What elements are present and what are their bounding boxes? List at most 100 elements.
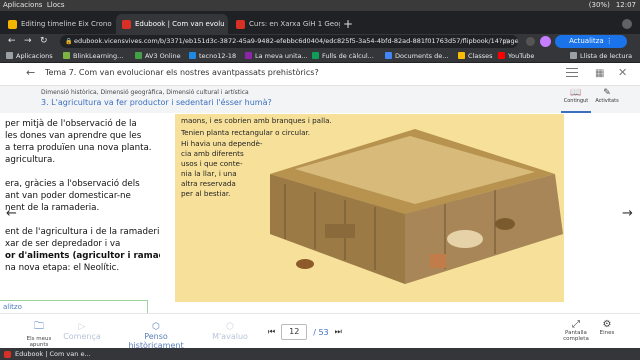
activity-box: alitzo [0, 300, 148, 313]
address-bar[interactable]: 🔒 edubook.vicensvives.com/b/3371/eb151d3… [60, 35, 518, 48]
system-top-panel: Aplicacions Llocs (30%) 12:07 [0, 0, 640, 11]
illustration-caption: nia la llar, i una [181, 169, 237, 178]
edubook-page: ← Tema 7. Com van evolucionar els nostre… [0, 63, 640, 348]
tab-favicon-icon [236, 19, 245, 29]
browser-tab-active[interactable]: Edubook | Com van evolu✕ [116, 14, 228, 34]
illustration-caption: cia amb diferents [181, 149, 244, 158]
gear-icon: ⚙ [602, 319, 612, 330]
page-navigator: ⏮ 12 / 53 ⏭ [268, 324, 342, 340]
apps-grid-icon [6, 52, 13, 59]
bookmark-item[interactable]: YouTube [498, 50, 534, 61]
pencil-icon: ✎ [603, 88, 611, 98]
bookmark-favicon-icon [458, 52, 465, 59]
fullscreen-button[interactable]: ⤢ Pantalla completa [562, 319, 590, 342]
reading-list[interactable]: Llista de lectura [570, 50, 632, 61]
tab-favicon-icon [8, 19, 17, 29]
bookmark-item[interactable]: Documents de... [385, 50, 448, 61]
illustration-caption: per al bestiar. [181, 189, 231, 198]
bookmark-favicon-icon [385, 52, 392, 59]
grid-icon[interactable]: ▦ [595, 68, 604, 79]
update-button[interactable]: Actualitza ⋮ [555, 35, 627, 48]
total-pages: / 53 [313, 327, 329, 337]
bottom-taskbar: Edubook | Com van e... [0, 348, 640, 360]
lesson-dimensions: Dimensió històrica, Dimensió geogràfica,… [41, 89, 249, 96]
activities-tool-button[interactable]: ✎ Activitats [592, 88, 622, 111]
forward-arrow-icon[interactable]: → [24, 35, 32, 48]
text-line: era, gràcies a l'observació dels [5, 179, 140, 189]
bookmark-item[interactable]: La meva unita... [245, 50, 308, 61]
illustration-caption: usos i que conte- [181, 159, 243, 168]
tab-search-icon[interactable] [622, 19, 632, 29]
tools-button[interactable]: ⚙ Eines [596, 319, 618, 336]
lock-icon: 🔒 [65, 38, 73, 45]
text-line: agricultura. [5, 155, 56, 165]
youtube-icon [498, 52, 505, 59]
back-arrow-icon[interactable]: ← [8, 35, 16, 48]
bookmark-apps[interactable]: Aplicacions [6, 50, 53, 61]
bookmark-item[interactable]: Classes [458, 50, 493, 61]
step-start[interactable]: ▷ Comença [60, 322, 104, 341]
bookmark-favicon-icon [63, 52, 70, 59]
text-line: xar de ser depredador i va [5, 239, 121, 249]
reload-icon[interactable]: ↻ [40, 35, 48, 48]
text-line: a terra produïen una nova planta. [5, 143, 152, 153]
text-line: les dones van aprendre que les [5, 131, 142, 141]
fullscreen-icon: ⤢ [572, 319, 580, 330]
browser-tab[interactable]: Editing timeline Eix Crono✕ [2, 14, 114, 34]
bookmark-item[interactable]: AV3 Online [135, 50, 181, 61]
tab-favicon-icon [4, 350, 11, 358]
illustration-caption: Hi havia una dependè- [181, 139, 263, 148]
bookmark-star-icon[interactable]: ☆ [503, 34, 510, 49]
step-think-historically[interactable]: ⬡ Penso històricament [118, 322, 194, 348]
text-line: ant van poder domesticar-ne [5, 191, 131, 201]
back-arrow-icon[interactable]: ← [26, 66, 35, 79]
book-icon: 📖 [570, 88, 582, 98]
previous-page-arrow-icon[interactable]: ← [6, 206, 17, 221]
play-icon: ▷ [78, 322, 86, 332]
tab-favicon-icon [122, 19, 131, 29]
page-text-column: per mitjà de l'observació de la les done… [0, 114, 160, 314]
profile-avatar[interactable] [540, 36, 551, 47]
lesson-header: Dimensió històrica, Dimensió geogràfica,… [0, 86, 640, 113]
bookmark-favicon-icon [312, 52, 319, 59]
neolithic-house-illustration: maons, i es cobrien amb branques i palla… [175, 114, 564, 302]
system-tray: (30%) 12:07 [589, 0, 636, 11]
new-tab-button[interactable]: + [343, 17, 353, 31]
close-icon[interactable]: ✕ [618, 66, 627, 79]
page-number-input[interactable]: 12 [281, 324, 308, 340]
battery-status: (30%) [588, 1, 610, 9]
taskbar-window[interactable]: Edubook | Com van e... [4, 350, 91, 358]
bookmark-favicon-icon [135, 52, 142, 59]
illustration-caption: Tenien planta rectangular o circular. [181, 128, 311, 137]
topic-title: Tema 7. Com van evolucionar els nostres … [45, 68, 319, 77]
browser-toolbar: ← → ↻ 🔒 edubook.vicensvives.com/b/3371/e… [0, 34, 640, 49]
first-page-icon[interactable]: ⏮ [268, 327, 275, 337]
notes-icon: 🗀 [34, 321, 44, 332]
extension-icon[interactable] [526, 37, 535, 46]
bookmark-item[interactable]: Fulls de càlcul... [312, 50, 374, 61]
bookmark-favicon-icon [189, 52, 196, 59]
bookmark-item[interactable]: tecno12-18 [189, 50, 236, 61]
illustration-caption: maons, i es cobrien amb branques i palla… [181, 116, 332, 125]
topic-header: ← Tema 7. Com van evolucionar els nostre… [0, 63, 640, 86]
text-line: or d'aliments (agricultor i ramader). [5, 251, 160, 261]
illustration-caption: altra reservada [181, 179, 236, 188]
text-line: na nova etapa: el Neolític. [5, 263, 120, 273]
browser-tab[interactable]: Curs: en Xarxa GiH 1 Geog✕ [230, 14, 340, 34]
menu-icon[interactable] [566, 68, 578, 78]
system-menus[interactable]: Aplicacions Llocs [3, 0, 65, 11]
notes-button[interactable]: 🗀 Els meus apunts [24, 319, 54, 348]
hexagon-icon: ⬡ [226, 322, 234, 332]
hexagon-icon: ⬡ [152, 322, 160, 332]
lesson-title: 3. L'agricultura va fer productor i sede… [41, 98, 272, 107]
step-self-assess[interactable]: ⬡ M'avaluo [208, 322, 252, 341]
reading-list-icon [570, 52, 577, 59]
bookmark-favicon-icon [245, 52, 252, 59]
content-tool-button[interactable]: 📖 Contingut [561, 88, 591, 113]
last-page-icon[interactable]: ⏭ [335, 327, 342, 337]
clock: 12:07 [615, 1, 636, 9]
text-line: nent de la ramaderia. [5, 203, 100, 213]
next-page-arrow-icon[interactable]: → [622, 206, 633, 221]
bookmark-item[interactable]: BlinkLearning... [63, 50, 123, 61]
browser-tab-strip: Editing timeline Eix Crono✕ Edubook | Co… [0, 11, 640, 34]
